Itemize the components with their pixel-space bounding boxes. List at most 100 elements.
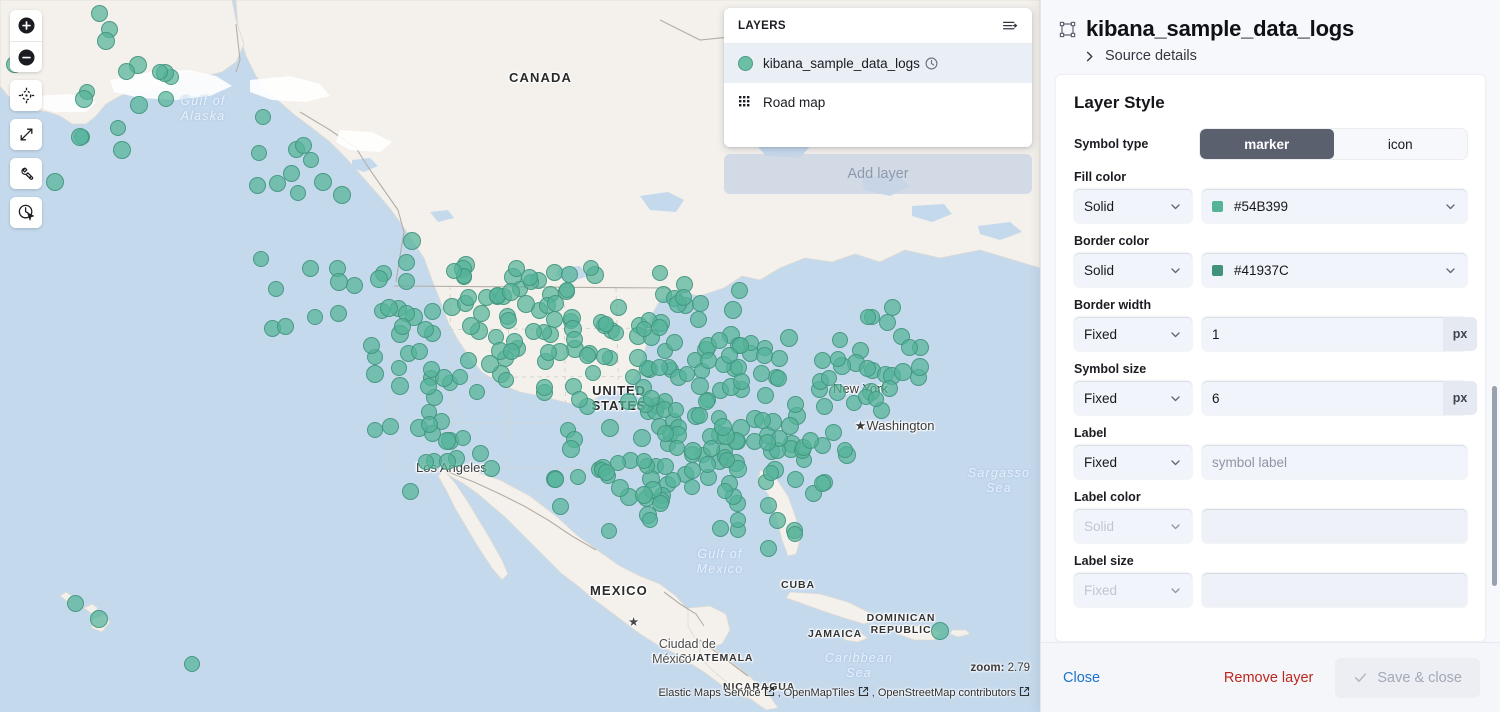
map-data-point[interactable] [307,309,323,325]
map-data-point[interactable] [730,512,746,528]
measure-distance-button[interactable] [10,119,42,150]
layer-row-road-map[interactable]: Road map [724,83,1032,122]
map-data-point[interactable] [269,175,286,192]
symbol-type-icon-button[interactable]: icon [1334,129,1468,159]
map-data-point[interactable] [868,391,884,407]
map-data-point[interactable] [382,418,399,435]
map-data-point[interactable] [571,391,588,408]
map-data-point[interactable] [859,360,876,377]
map-data-point[interactable] [642,512,658,528]
map-data-point[interactable] [601,419,619,437]
map-data-point[interactable] [679,366,695,382]
map-data-point[interactable] [769,512,786,529]
label-type-select[interactable]: Fixed [1074,445,1192,479]
map-data-point[interactable] [699,456,716,473]
map-data-point[interactable] [290,185,306,201]
symbol-type-button-group[interactable]: marker icon [1200,129,1467,159]
fit-to-data-button[interactable] [10,80,42,111]
map-data-point[interactable] [760,497,777,514]
map-data-point[interactable] [367,422,383,438]
map-data-point[interactable] [370,270,388,288]
layers-panel[interactable]: LAYERS kibana_sample_data_logs [724,8,1032,194]
map-data-point[interactable] [583,260,599,276]
map-data-point[interactable] [268,281,284,297]
map-data-point[interactable] [118,63,135,80]
map-data-point[interactable] [814,352,831,369]
map-data-point[interactable] [585,365,601,381]
map-data-point[interactable] [611,479,629,497]
map-data-point[interactable] [508,260,525,277]
map-data-point[interactable] [158,91,174,107]
map-data-point[interactable] [832,332,848,348]
map-data-point[interactable] [525,323,542,340]
map-data-point[interactable] [314,173,332,191]
symbol-size-type-select[interactable]: Fixed [1074,381,1192,415]
map-data-point[interactable] [481,355,499,373]
fit-to-data-group[interactable] [10,80,42,111]
map-data-point[interactable] [668,402,684,418]
source-details-toggle[interactable]: Source details [1059,48,1480,64]
border-color-color-picker[interactable]: #41937C [1202,253,1467,287]
map-data-point[interactable] [771,350,788,367]
map-data-point[interactable] [598,464,615,481]
map-data-point[interactable] [566,331,583,348]
measure-distance-group[interactable] [10,119,42,150]
panel-scrollbar[interactable] [1492,386,1497,586]
time-slider-group[interactable] [10,197,42,228]
map-data-point[interactable] [675,289,692,306]
fit-to-bounds-icon[interactable] [1002,18,1018,34]
map-data-point[interactable] [71,128,89,146]
map-data-point[interactable] [879,314,896,331]
map-data-point[interactable] [596,348,613,365]
map-data-point[interactable] [253,251,269,267]
map-data-point[interactable] [724,301,742,319]
map-data-point[interactable] [821,370,837,386]
map-data-point[interactable] [759,434,776,451]
attribution-link-elastic[interactable]: Elastic Maps Service [658,687,760,699]
label-input[interactable]: symbol label [1202,445,1467,479]
map-data-point[interactable] [781,417,799,435]
border-width-type-select[interactable]: Fixed [1074,317,1192,351]
map-data-point[interactable] [698,393,715,410]
zoom-in-button[interactable] [10,10,42,41]
zoom-out-button[interactable] [10,41,42,72]
map-data-point[interactable] [884,299,901,316]
map-data-point[interactable] [717,483,733,499]
map-data-point[interactable] [643,390,660,407]
map-data-point[interactable] [439,453,456,470]
map-data-point[interactable] [814,475,831,492]
map-data-point[interactable] [636,453,652,469]
map-data-point[interactable] [110,120,126,136]
attribution-link-openmaptiles[interactable]: OpenMapTiles [784,687,855,699]
map-data-point[interactable] [860,309,876,325]
map-data-point[interactable] [283,165,300,182]
fill-color-type-select[interactable]: Solid [1074,189,1192,223]
map-data-point[interactable] [894,363,912,381]
map-data-point[interactable] [398,273,415,290]
map-data-point[interactable] [455,430,471,446]
map-data-point[interactable] [787,396,804,413]
map-data-point[interactable] [816,398,833,415]
map-data-point[interactable] [770,370,787,387]
map-data-point[interactable] [829,384,846,401]
map-data-point[interactable] [753,365,770,382]
map-data-point[interactable] [67,595,84,612]
map-data-point[interactable] [598,316,614,332]
map-data-point[interactable] [536,379,553,396]
map-data-point[interactable] [731,282,748,299]
map-data-point[interactable] [303,152,319,168]
map-data-point[interactable] [547,471,564,488]
map-data-point[interactable] [391,360,407,376]
map-data-point[interactable] [46,173,64,191]
map-data-point[interactable] [411,343,428,360]
map-data-point[interactable] [684,442,702,460]
time-slider-button[interactable] [10,197,42,228]
map-data-point[interactable] [561,266,578,283]
map-data-point[interactable] [837,442,853,458]
map-data-point[interactable] [113,141,131,159]
map-data-point[interactable] [498,372,514,388]
map-data-point[interactable] [652,495,669,512]
map-data-point[interactable] [562,440,580,458]
map-data-point[interactable] [398,254,415,271]
close-button[interactable]: Close [1063,670,1100,686]
